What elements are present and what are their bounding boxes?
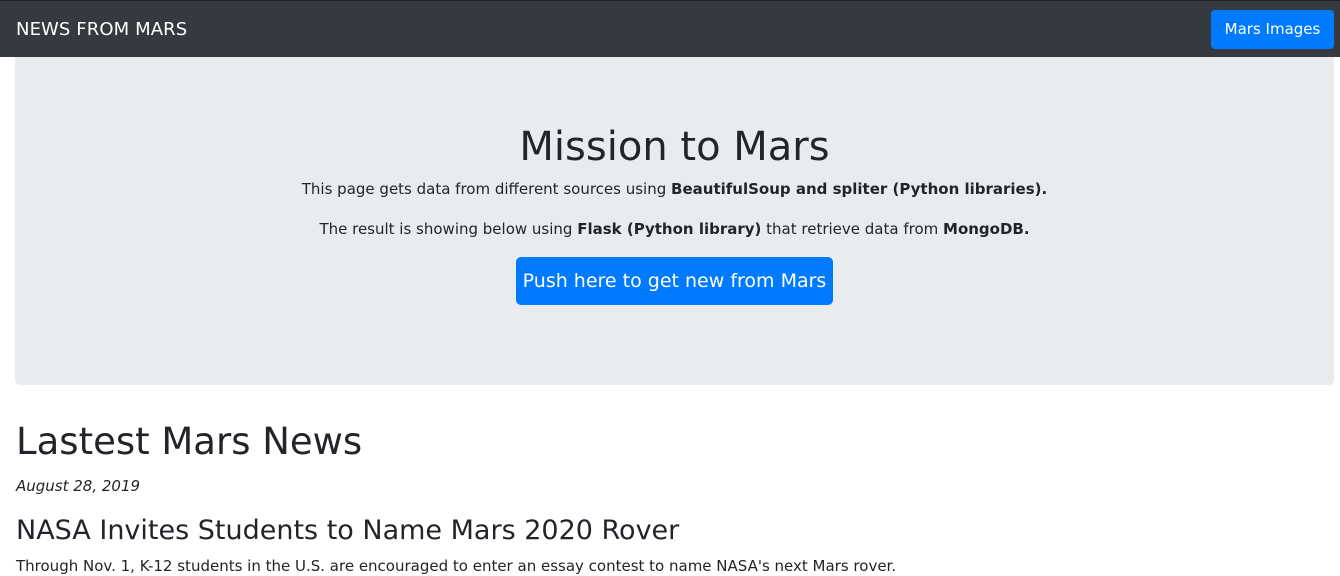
intro-line-result-middle: that retrieve data from [761, 220, 944, 238]
brand-link[interactable]: NEWS FROM MARS [16, 19, 187, 40]
intro-line-result: The result is showing below using Flask … [15, 218, 1334, 240]
news-teaser: Through Nov. 1, K-12 students in the U.S… [16, 557, 897, 575]
hero-jumbotron: Mission to Mars This page gets data from… [15, 57, 1334, 385]
scrape-button[interactable]: Push here to get new from Mars [516, 257, 833, 305]
news-date: August 28, 2019 [16, 477, 141, 495]
intro-line-flask-bold: Flask (Python library) [577, 220, 762, 238]
page-title: Mission to Mars [519, 124, 830, 170]
top-navbar: NEWS FROM MARS Mars Images [0, 0, 1340, 57]
intro-line-mongodb-bold: MongoDB. [943, 220, 1030, 238]
intro-line-sources-text: This page gets data from different sourc… [301, 180, 672, 198]
mars-images-button[interactable]: Mars Images [1211, 10, 1334, 49]
news-title: NASA Invites Students to Name Mars 2020 … [16, 515, 680, 546]
intro-line-result-text: The result is showing below using [319, 220, 578, 238]
intro-line-sources-bold: BeautifulSoup and spliter (Python librar… [671, 180, 1048, 198]
intro-line-sources: This page gets data from different sourc… [15, 178, 1334, 200]
news-section-heading: Lastest Mars News [16, 420, 363, 463]
